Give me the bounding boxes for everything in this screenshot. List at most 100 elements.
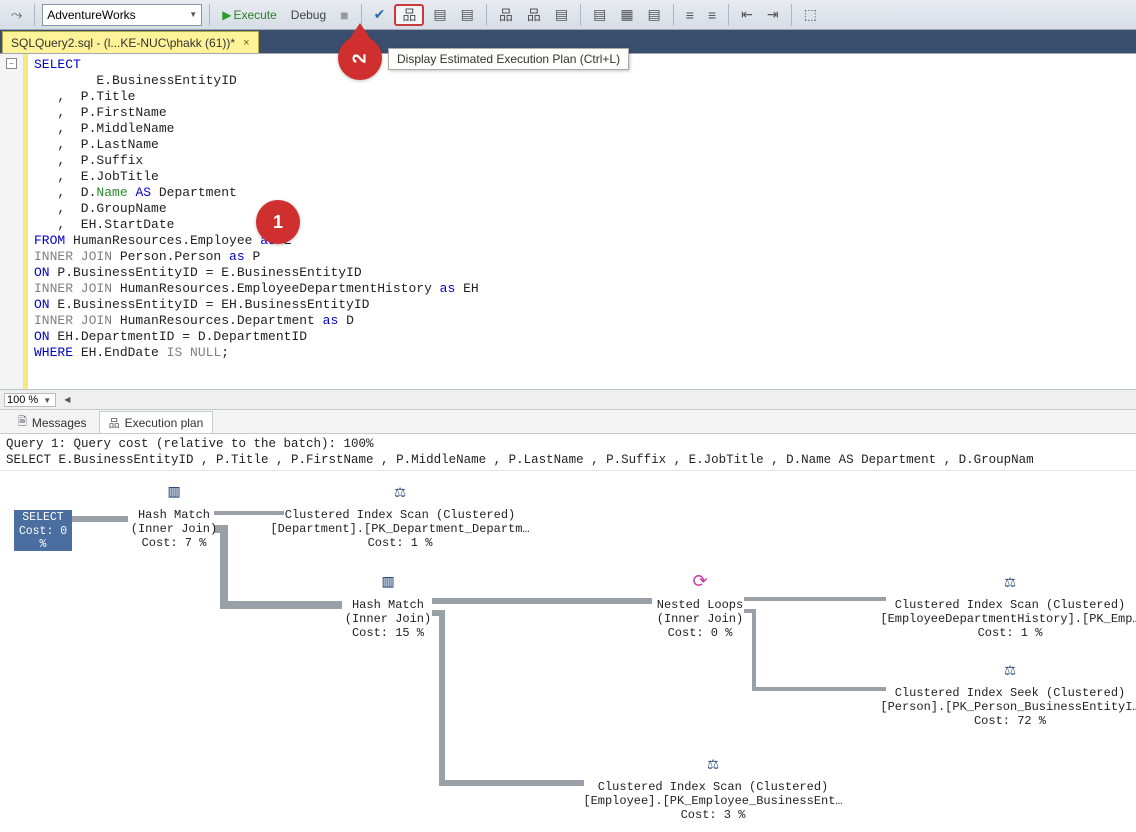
include-client-stats-button[interactable]: ▤ xyxy=(550,4,573,26)
tab-messages-label: Messages xyxy=(32,416,87,430)
results-file-icon: ▤ xyxy=(648,6,661,23)
annotation-number: 2 xyxy=(349,53,370,63)
plan-node-title: Hash Match xyxy=(128,508,220,522)
template-params-icon: ⬚ xyxy=(804,6,817,23)
plan-header-line1: Query 1: Query cost (relative to the bat… xyxy=(6,436,1130,452)
separator xyxy=(673,4,674,26)
editor-gutter: − xyxy=(0,54,24,389)
plan-node-sub: [EmployeeDepartmentHistory].[PK_Emp… xyxy=(880,612,1136,626)
stop-icon: ■ xyxy=(340,7,348,23)
hash-match-icon: ▥ xyxy=(374,571,402,595)
execute-button[interactable]: ▶ Execute xyxy=(217,4,282,26)
plan-node-title: Clustered Index Scan (Clustered) xyxy=(880,598,1136,612)
document-tab-title: SQLQuery2.sql - (l...KE-NUC\phakk (61))* xyxy=(11,36,235,50)
client-stats-icon: ▤ xyxy=(555,6,568,23)
registered-servers-button[interactable]: ⤳ xyxy=(6,4,27,26)
uncomment-icon: ≡ xyxy=(708,7,716,23)
play-icon: ▶ xyxy=(222,8,231,22)
zoom-value: 100 % xyxy=(7,394,38,406)
results-to-grid-button[interactable]: ▦ xyxy=(615,4,638,26)
branch-icon: ⤳ xyxy=(11,6,22,23)
plan-header: Query 1: Query cost (relative to the bat… xyxy=(0,434,1136,471)
database-dropdown[interactable]: AdventureWorks ▼ xyxy=(42,4,202,26)
tab-messages[interactable]: 🗎 Messages xyxy=(8,411,97,433)
nested-loops-icon: ⟳ xyxy=(686,571,714,595)
plan-node-nested-loops[interactable]: ⟳ Nested Loops (Inner Join) Cost: 0 % xyxy=(650,571,750,640)
decrease-indent-button[interactable]: ⇤ xyxy=(736,4,758,26)
separator xyxy=(580,4,581,26)
close-icon[interactable]: × xyxy=(243,37,249,49)
debug-label: Debug xyxy=(291,8,326,22)
specify-values-button[interactable]: ⬚ xyxy=(799,4,822,26)
collapse-toggle-icon[interactable]: − xyxy=(6,58,17,69)
intellisense-icon: ▤ xyxy=(461,6,474,23)
plan-node-title: SELECT xyxy=(14,510,72,525)
plan-node-cost: Cost: 0 % xyxy=(14,525,72,551)
plan-node-sub: [Person].[PK_Person_BusinessEntityI… xyxy=(880,700,1136,714)
plan-node-hash-match-1[interactable]: ▥ Hash Match (Inner Join) Cost: 7 % xyxy=(128,481,220,550)
separator xyxy=(791,4,792,26)
increase-indent-button[interactable]: ⇥ xyxy=(762,4,784,26)
index-scan-icon: ⚖ xyxy=(996,571,1024,595)
zoom-select[interactable]: 100 % ▼ xyxy=(4,393,56,407)
plan-node-title: Clustered Index Scan (Clustered) xyxy=(578,780,848,794)
outdent-icon: ⇤ xyxy=(741,6,753,23)
plan-node-hash-match-2[interactable]: ▥ Hash Match (Inner Join) Cost: 15 % xyxy=(342,571,434,640)
comment-icon: ≡ xyxy=(686,7,694,23)
plan-node-cost: Cost: 3 % xyxy=(578,808,848,822)
index-scan-icon: ⚖ xyxy=(386,481,414,505)
plan-node-sub: (Inner Join) xyxy=(342,612,434,626)
execution-plan-icon: 品 xyxy=(402,5,416,25)
index-scan-icon: ⚖ xyxy=(699,753,727,777)
plan-node-cost: Cost: 1 % xyxy=(270,536,530,550)
plan-node-cost: Cost: 0 % xyxy=(650,626,750,640)
plan-node-scan-edh[interactable]: ⚖ Clustered Index Scan (Clustered) [Empl… xyxy=(880,571,1136,640)
include-live-stats-button[interactable]: 品 xyxy=(522,4,546,26)
hash-match-icon: ▥ xyxy=(160,481,188,505)
plan-node-title: Clustered Index Scan (Clustered) xyxy=(270,508,530,522)
debug-button[interactable]: Debug xyxy=(286,4,331,26)
document-tab[interactable]: SQLQuery2.sql - (l...KE-NUC\phakk (61))*… xyxy=(2,31,259,53)
results-tab-strip: 🗎 Messages 品 Execution plan xyxy=(0,410,1136,434)
annotation-bubble-2: 2 xyxy=(338,36,382,80)
intellisense-button[interactable]: ▤ xyxy=(456,4,479,26)
plan-node-cost: Cost: 7 % xyxy=(128,536,220,550)
annotation-bubble-1: 1 xyxy=(256,200,300,244)
plan-node-scan-employee[interactable]: ⚖ Clustered Index Scan (Clustered) [Empl… xyxy=(578,753,848,822)
plan-node-cost: Cost: 15 % xyxy=(342,626,434,640)
separator xyxy=(34,4,35,26)
display-estimated-plan-button[interactable]: 品 xyxy=(394,4,424,26)
scroll-left-icon[interactable]: ◀ xyxy=(62,395,72,404)
results-text-icon: ▤ xyxy=(593,6,606,23)
tab-execution-plan-label: Execution plan xyxy=(125,416,204,430)
plan-node-sub: (Inner Join) xyxy=(128,522,220,536)
tab-execution-plan[interactable]: 品 Execution plan xyxy=(99,411,214,433)
uncomment-button[interactable]: ≡ xyxy=(703,4,721,26)
plan-node-seek-person[interactable]: ⚖ Clustered Index Seek (Clustered) [Pers… xyxy=(880,659,1136,728)
plan-node-sub: [Employee].[PK_Employee_BusinessEnt… xyxy=(578,794,848,808)
options-icon: ▤ xyxy=(433,6,446,23)
toolbar: ⤳ AdventureWorks ▼ ▶ Execute Debug ■ ✔ 品… xyxy=(0,0,1136,30)
execution-plan-canvas[interactable]: SELECT Cost: 0 % ▥ Hash Match (Inner Joi… xyxy=(0,471,1136,831)
query-options-button[interactable]: ▤ xyxy=(428,4,451,26)
execute-label: Execute xyxy=(233,8,276,22)
plan-node-title: Nested Loops xyxy=(650,598,750,612)
comment-button[interactable]: ≡ xyxy=(681,4,699,26)
include-actual-plan-button[interactable]: 品 xyxy=(494,4,518,26)
chevron-down-icon: ▼ xyxy=(189,10,197,19)
plan-node-scan-department[interactable]: ⚖ Clustered Index Scan (Clustered) [Depa… xyxy=(270,481,530,550)
separator xyxy=(728,4,729,26)
plan-node-cost: Cost: 72 % xyxy=(880,714,1136,728)
tooltip: Display Estimated Execution Plan (Ctrl+L… xyxy=(388,48,629,70)
results-to-file-button[interactable]: ▤ xyxy=(643,4,666,26)
plan-node-select[interactable]: SELECT Cost: 0 % xyxy=(14,510,72,551)
check-icon: ✔ xyxy=(374,6,386,23)
results-grid-icon: ▦ xyxy=(620,6,633,23)
indent-icon: ⇥ xyxy=(767,6,779,23)
results-to-text-button[interactable]: ▤ xyxy=(588,4,611,26)
plan-node-cost: Cost: 1 % xyxy=(880,626,1136,640)
execution-plan-icon: 品 xyxy=(109,415,120,431)
plan-node-sub: (Inner Join) xyxy=(650,612,750,626)
code-area[interactable]: SELECT E.BusinessEntityID , P.Title , P.… xyxy=(24,54,1136,389)
sql-editor[interactable]: − SELECT E.BusinessEntityID , P.Title , … xyxy=(0,54,1136,390)
